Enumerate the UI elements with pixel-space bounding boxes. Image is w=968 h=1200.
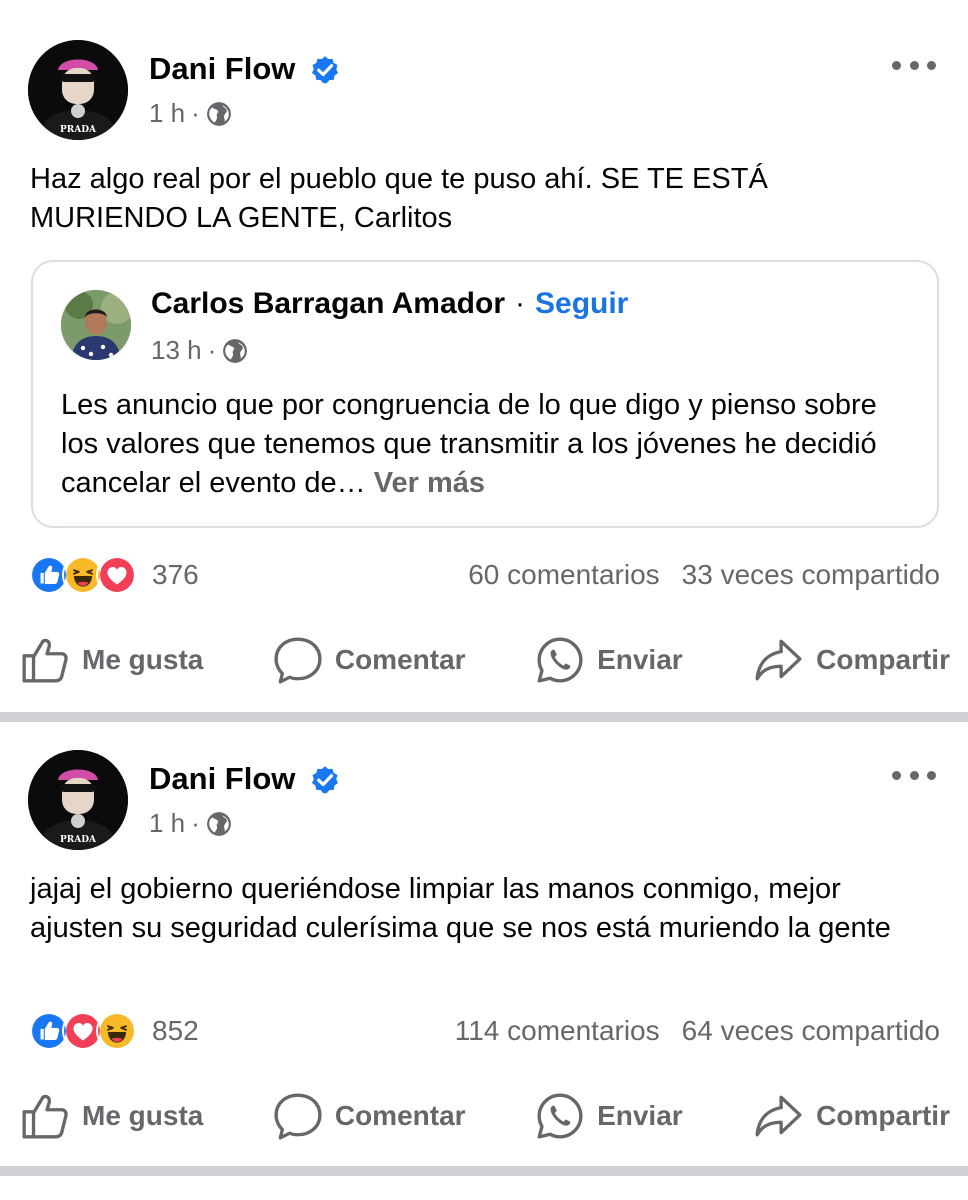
comment-button[interactable]: Comentar bbox=[273, 635, 466, 685]
comment-button[interactable]: Comentar bbox=[273, 1091, 466, 1141]
post-meta: 1 h · bbox=[149, 808, 232, 839]
engagement-counts: 114 comentarios 64 veces compartido bbox=[455, 1009, 940, 1053]
like-label: Me gusta bbox=[82, 1100, 204, 1131]
post-1: PRADA Dani Flow 1 h · Haz algo real por … bbox=[0, 0, 968, 712]
love-reaction-icon bbox=[96, 554, 138, 596]
globe-icon bbox=[206, 811, 232, 837]
comment-label: Comentar bbox=[334, 644, 466, 675]
verified-badge-icon bbox=[310, 765, 340, 795]
send-button[interactable]: Enviar bbox=[535, 635, 683, 685]
thumbs-up-icon bbox=[20, 635, 70, 685]
reaction-count: 852 bbox=[152, 1015, 199, 1046]
reactions-summary[interactable]: 852 bbox=[28, 1009, 199, 1053]
post-time[interactable]: 1 h bbox=[149, 808, 185, 839]
reaction-count: 376 bbox=[152, 559, 199, 590]
comment-icon bbox=[273, 1091, 323, 1141]
post-text: Haz algo real por el pueblo que te puso … bbox=[30, 163, 768, 234]
avatar-logo-text: PRADA bbox=[60, 835, 97, 845]
meta-dot: · bbox=[191, 808, 200, 838]
avatar[interactable]: PRADA bbox=[28, 40, 128, 140]
globe-icon bbox=[222, 338, 248, 364]
like-button[interactable]: Me gusta bbox=[20, 1091, 203, 1141]
share-label: Compartir bbox=[816, 644, 950, 675]
author-name[interactable]: Dani Flow bbox=[149, 761, 295, 797]
author-name[interactable]: Dani Flow bbox=[149, 51, 295, 87]
meta-dot: · bbox=[191, 98, 200, 128]
avatar[interactable]: PRADA bbox=[28, 750, 128, 850]
shared-meta: 13 h · bbox=[151, 335, 248, 366]
post-stats: 376 60 comentarios 33 veces compartido bbox=[28, 553, 940, 597]
share-button[interactable]: Compartir bbox=[752, 1091, 950, 1141]
follow-button[interactable]: Seguir bbox=[535, 287, 628, 321]
whatsapp-icon bbox=[535, 635, 585, 685]
reactions-summary[interactable]: 376 bbox=[28, 553, 199, 597]
more-options-button[interactable] bbox=[892, 55, 936, 75]
post-text: jajaj el gobierno queriéndose limpiar la… bbox=[30, 873, 891, 944]
shares-count[interactable]: 33 veces compartido bbox=[682, 559, 940, 591]
action-bar: Me gusta Comentar Enviar Compartir bbox=[20, 630, 950, 690]
thumbs-up-icon bbox=[20, 1091, 70, 1141]
send-button[interactable]: Enviar bbox=[535, 1091, 683, 1141]
more-icon bbox=[892, 770, 901, 780]
shared-text-block: Les anuncio que por congruencia de lo qu… bbox=[61, 386, 921, 503]
avatar-image: PRADA bbox=[28, 750, 128, 850]
comment-label: Comentar bbox=[334, 1100, 466, 1131]
post-time[interactable]: 1 h bbox=[149, 98, 185, 129]
share-button[interactable]: Compartir bbox=[752, 635, 950, 685]
comments-count[interactable]: 114 comentarios bbox=[455, 1015, 660, 1047]
share-label: Compartir bbox=[816, 1100, 950, 1131]
send-label: Enviar bbox=[597, 644, 683, 675]
globe-icon bbox=[206, 101, 232, 127]
shared-post[interactable]: Carlos Barragan Amador · Seguir 13 h · L… bbox=[31, 260, 939, 528]
shared-author-row: Carlos Barragan Amador · Seguir bbox=[151, 287, 628, 321]
post-meta: 1 h · bbox=[149, 98, 232, 129]
avatar-image: PRADA bbox=[28, 40, 128, 140]
engagement-counts: 60 comentarios 33 veces compartido bbox=[468, 553, 940, 597]
more-icon bbox=[892, 60, 901, 70]
shares-count[interactable]: 64 veces compartido bbox=[682, 1015, 940, 1047]
shared-separator: · bbox=[515, 287, 525, 320]
shared-author-name[interactable]: Carlos Barragan Amador bbox=[151, 287, 505, 321]
comments-count[interactable]: 60 comentarios bbox=[468, 559, 659, 591]
avatar-logo-text: PRADA bbox=[60, 125, 97, 135]
verified-badge-icon bbox=[310, 55, 340, 85]
like-button[interactable]: Me gusta bbox=[20, 635, 203, 685]
meta-dot: · bbox=[207, 335, 217, 365]
post-divider bbox=[0, 1166, 968, 1176]
like-label: Me gusta bbox=[82, 644, 204, 675]
share-icon bbox=[752, 635, 804, 685]
send-label: Enviar bbox=[597, 1100, 683, 1131]
shared-avatar[interactable] bbox=[61, 290, 131, 360]
see-more-link[interactable]: Ver más bbox=[374, 467, 485, 499]
post-stats: 852 114 comentarios 64 veces compartido bbox=[28, 1009, 940, 1053]
share-icon bbox=[752, 1091, 804, 1141]
whatsapp-icon bbox=[535, 1091, 585, 1141]
post-2: PRADA Dani Flow 1 h · jajaj el gobierno … bbox=[0, 722, 968, 1168]
action-bar: Me gusta Comentar Enviar Compartir bbox=[20, 1086, 950, 1146]
haha-reaction-icon bbox=[96, 1010, 138, 1052]
comment-icon bbox=[273, 635, 323, 685]
post-divider bbox=[0, 712, 968, 722]
more-options-button[interactable] bbox=[892, 765, 936, 785]
shared-time[interactable]: 13 h bbox=[151, 335, 202, 366]
